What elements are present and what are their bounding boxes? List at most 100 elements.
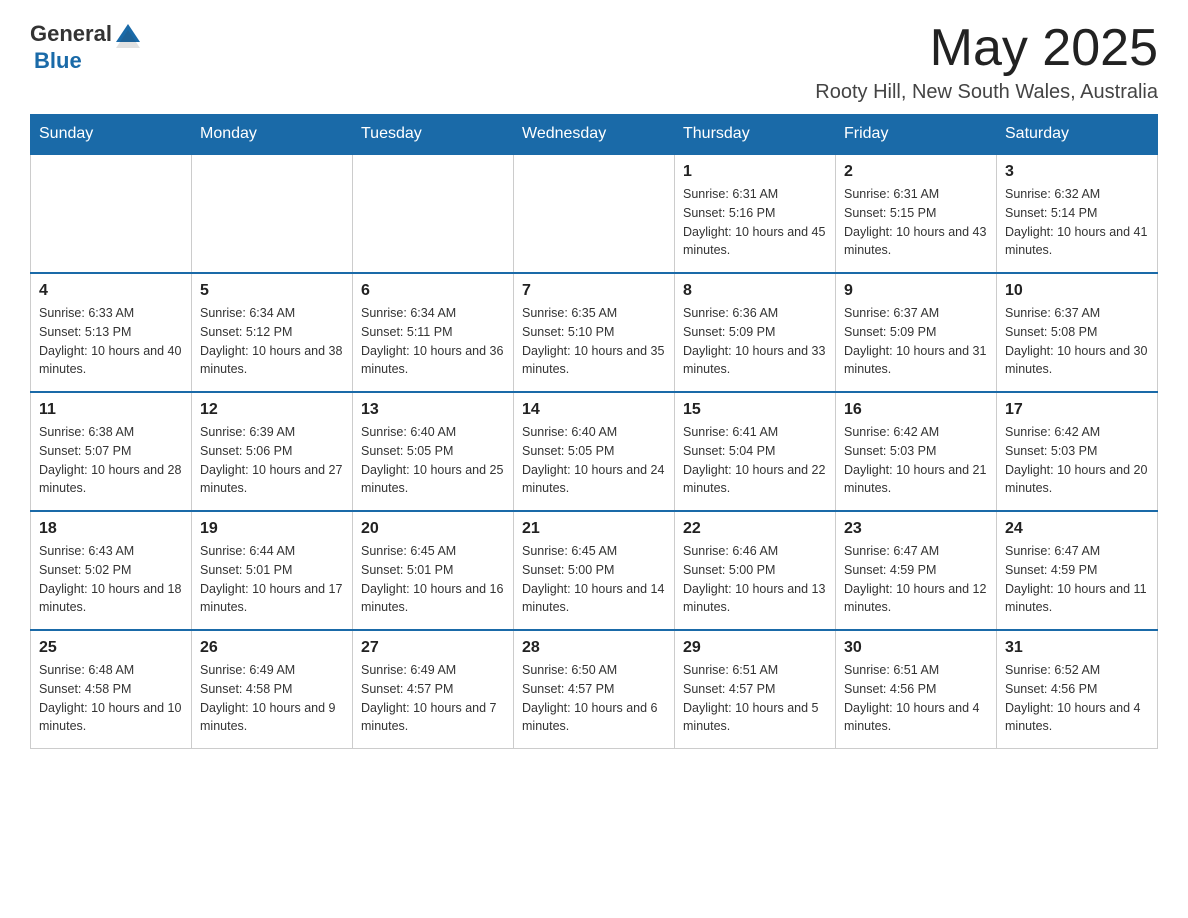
calendar-cell: 18 Sunrise: 6:43 AMSunset: 5:02 PMDayligh… <box>31 511 192 630</box>
weekday-header-sunday: Sunday <box>31 115 192 155</box>
calendar-cell: 21 Sunrise: 6:45 AMSunset: 5:00 PMDayligh… <box>514 511 675 630</box>
calendar-cell <box>31 154 192 273</box>
day-info: Sunrise: 6:49 AMSunset: 4:57 PMDaylight:… <box>361 661 505 736</box>
calendar-cell: 31 Sunrise: 6:52 AMSunset: 4:56 PMDayligh… <box>997 630 1158 749</box>
logo: General Blue <box>30 20 144 74</box>
day-number: 6 <box>361 282 505 300</box>
day-info: Sunrise: 6:33 AMSunset: 5:13 PMDaylight:… <box>39 304 183 379</box>
day-number: 15 <box>683 401 827 419</box>
calendar-week-row: 4Sunrise: 6:33 AMSunset: 5:13 PMDaylight… <box>31 273 1158 392</box>
weekday-header-tuesday: Tuesday <box>353 115 514 155</box>
calendar-cell <box>514 154 675 273</box>
calendar-cell: 20 Sunrise: 6:45 AMSunset: 5:01 PMDayligh… <box>353 511 514 630</box>
day-number: 1 <box>683 163 827 181</box>
day-info: Sunrise: 6:49 AMSunset: 4:58 PMDaylight:… <box>200 661 344 736</box>
weekday-header-monday: Monday <box>192 115 353 155</box>
calendar-cell <box>353 154 514 273</box>
day-number: 7 <box>522 282 666 300</box>
day-info: Sunrise: 6:42 AMSunset: 5:03 PMDaylight:… <box>844 423 988 498</box>
day-number: 24 <box>1005 520 1149 538</box>
day-number: 25 <box>39 639 183 657</box>
day-info: Sunrise: 6:37 AMSunset: 5:08 PMDaylight:… <box>1005 304 1149 379</box>
calendar-cell: 30 Sunrise: 6:51 AMSunset: 4:56 PMDayligh… <box>836 630 997 749</box>
calendar-cell: 6 Sunrise: 6:34 AMSunset: 5:11 PMDaylight… <box>353 273 514 392</box>
day-number: 14 <box>522 401 666 419</box>
day-number: 9 <box>844 282 988 300</box>
day-number: 26 <box>200 639 344 657</box>
day-info: Sunrise: 6:40 AMSunset: 5:05 PMDaylight:… <box>522 423 666 498</box>
calendar-cell: 22 Sunrise: 6:46 AMSunset: 5:00 PMDayligh… <box>675 511 836 630</box>
day-info: Sunrise: 6:41 AMSunset: 5:04 PMDaylight:… <box>683 423 827 498</box>
weekday-header-row: SundayMondayTuesdayWednesdayThursdayFrid… <box>31 115 1158 155</box>
day-info: Sunrise: 6:42 AMSunset: 5:03 PMDaylight:… <box>1005 423 1149 498</box>
calendar-cell: 24 Sunrise: 6:47 AMSunset: 4:59 PMDayligh… <box>997 511 1158 630</box>
day-number: 12 <box>200 401 344 419</box>
day-info: Sunrise: 6:50 AMSunset: 4:57 PMDaylight:… <box>522 661 666 736</box>
day-info: Sunrise: 6:38 AMSunset: 5:07 PMDaylight:… <box>39 423 183 498</box>
logo-icon <box>114 20 142 48</box>
calendar-cell: 11 Sunrise: 6:38 AMSunset: 5:07 PMDayligh… <box>31 392 192 511</box>
calendar-cell: 27 Sunrise: 6:49 AMSunset: 4:57 PMDayligh… <box>353 630 514 749</box>
day-number: 21 <box>522 520 666 538</box>
day-info: Sunrise: 6:47 AMSunset: 4:59 PMDaylight:… <box>1005 542 1149 617</box>
calendar-cell: 4Sunrise: 6:33 AMSunset: 5:13 PMDaylight… <box>31 273 192 392</box>
calendar-cell: 29Sunrise: 6:51 AMSunset: 4:57 PMDayligh… <box>675 630 836 749</box>
day-number: 11 <box>39 401 183 419</box>
day-info: Sunrise: 6:43 AMSunset: 5:02 PMDaylight:… <box>39 542 183 617</box>
day-info: Sunrise: 6:37 AMSunset: 5:09 PMDaylight:… <box>844 304 988 379</box>
calendar-cell: 16 Sunrise: 6:42 AMSunset: 5:03 PMDayligh… <box>836 392 997 511</box>
calendar-cell: 14 Sunrise: 6:40 AMSunset: 5:05 PMDayligh… <box>514 392 675 511</box>
day-info: Sunrise: 6:44 AMSunset: 5:01 PMDaylight:… <box>200 542 344 617</box>
calendar-cell: 12 Sunrise: 6:39 AMSunset: 5:06 PMDayligh… <box>192 392 353 511</box>
day-number: 27 <box>361 639 505 657</box>
calendar-cell: 3 Sunrise: 6:32 AMSunset: 5:14 PMDaylight… <box>997 154 1158 273</box>
calendar-cell: 26 Sunrise: 6:49 AMSunset: 4:58 PMDayligh… <box>192 630 353 749</box>
day-number: 5 <box>200 282 344 300</box>
calendar-week-row: 25Sunrise: 6:48 AMSunset: 4:58 PMDayligh… <box>31 630 1158 749</box>
calendar-week-row: 18 Sunrise: 6:43 AMSunset: 5:02 PMDayligh… <box>31 511 1158 630</box>
title-section: May 2025 Rooty Hill, New South Wales, Au… <box>815 20 1158 104</box>
day-number: 17 <box>1005 401 1149 419</box>
calendar-cell: 7 Sunrise: 6:35 AMSunset: 5:10 PMDaylight… <box>514 273 675 392</box>
day-number: 23 <box>844 520 988 538</box>
calendar-week-row: 11 Sunrise: 6:38 AMSunset: 5:07 PMDayligh… <box>31 392 1158 511</box>
calendar-cell: 15 Sunrise: 6:41 AMSunset: 5:04 PMDayligh… <box>675 392 836 511</box>
day-number: 19 <box>200 520 344 538</box>
calendar-cell: 8Sunrise: 6:36 AMSunset: 5:09 PMDaylight… <box>675 273 836 392</box>
day-info: Sunrise: 6:45 AMSunset: 5:00 PMDaylight:… <box>522 542 666 617</box>
day-number: 18 <box>39 520 183 538</box>
day-info: Sunrise: 6:35 AMSunset: 5:10 PMDaylight:… <box>522 304 666 379</box>
day-info: Sunrise: 6:46 AMSunset: 5:00 PMDaylight:… <box>683 542 827 617</box>
day-info: Sunrise: 6:40 AMSunset: 5:05 PMDaylight:… <box>361 423 505 498</box>
weekday-header-wednesday: Wednesday <box>514 115 675 155</box>
day-number: 3 <box>1005 163 1149 181</box>
day-number: 30 <box>844 639 988 657</box>
day-info: Sunrise: 6:52 AMSunset: 4:56 PMDaylight:… <box>1005 661 1149 736</box>
weekday-header-saturday: Saturday <box>997 115 1158 155</box>
day-number: 22 <box>683 520 827 538</box>
calendar-week-row: 1 Sunrise: 6:31 AMSunset: 5:16 PMDaylight… <box>31 154 1158 273</box>
day-info: Sunrise: 6:51 AMSunset: 4:56 PMDaylight:… <box>844 661 988 736</box>
day-number: 20 <box>361 520 505 538</box>
day-info: Sunrise: 6:32 AMSunset: 5:14 PMDaylight:… <box>1005 185 1149 260</box>
calendar-cell: 28Sunrise: 6:50 AMSunset: 4:57 PMDayligh… <box>514 630 675 749</box>
day-number: 2 <box>844 163 988 181</box>
day-number: 10 <box>1005 282 1149 300</box>
day-info: Sunrise: 6:34 AMSunset: 5:11 PMDaylight:… <box>361 304 505 379</box>
day-info: Sunrise: 6:51 AMSunset: 4:57 PMDaylight:… <box>683 661 827 736</box>
day-number: 31 <box>1005 639 1149 657</box>
day-info: Sunrise: 6:31 AMSunset: 5:16 PMDaylight:… <box>683 185 827 260</box>
calendar-cell: 9 Sunrise: 6:37 AMSunset: 5:09 PMDaylight… <box>836 273 997 392</box>
calendar-cell: 10 Sunrise: 6:37 AMSunset: 5:08 PMDayligh… <box>997 273 1158 392</box>
day-number: 16 <box>844 401 988 419</box>
calendar-cell: 25Sunrise: 6:48 AMSunset: 4:58 PMDayligh… <box>31 630 192 749</box>
calendar-table: SundayMondayTuesdayWednesdayThursdayFrid… <box>30 114 1158 749</box>
day-info: Sunrise: 6:45 AMSunset: 5:01 PMDaylight:… <box>361 542 505 617</box>
calendar-cell: 17 Sunrise: 6:42 AMSunset: 5:03 PMDayligh… <box>997 392 1158 511</box>
day-info: Sunrise: 6:39 AMSunset: 5:06 PMDaylight:… <box>200 423 344 498</box>
day-info: Sunrise: 6:47 AMSunset: 4:59 PMDaylight:… <box>844 542 988 617</box>
weekday-header-friday: Friday <box>836 115 997 155</box>
day-info: Sunrise: 6:34 AMSunset: 5:12 PMDaylight:… <box>200 304 344 379</box>
logo-text-general: General <box>30 21 112 47</box>
calendar-cell: 19 Sunrise: 6:44 AMSunset: 5:01 PMDayligh… <box>192 511 353 630</box>
